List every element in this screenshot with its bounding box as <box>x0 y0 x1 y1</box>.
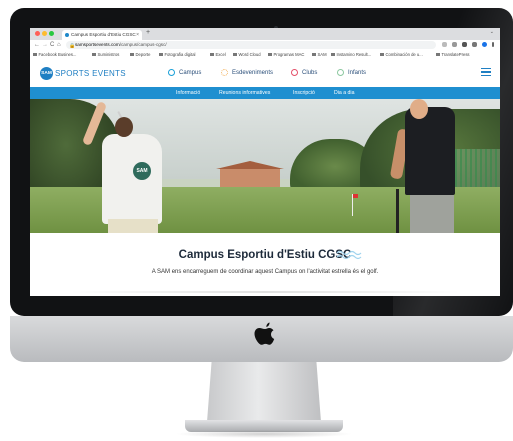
tab-active[interactable]: Campus Esportiu d'Estiu CGSC × <box>62 30 142 40</box>
page-title: Campus Esportiu d'Estiu CGSC <box>178 249 352 261</box>
favicon-icon <box>65 33 69 37</box>
page-description: A SAM ens encarreguem de coordinar aques… <box>151 269 379 275</box>
subnav-inscripcio[interactable]: Inscripció <box>293 87 315 99</box>
tab-title: Campus Esportiu d'Estiu CGSC <box>71 32 136 37</box>
folder-icon <box>312 53 316 57</box>
forward-button[interactable]: → <box>42 41 48 49</box>
bookmark-item[interactable]: TranslatePress <box>436 50 470 59</box>
campus-icon <box>168 69 175 76</box>
url-path: /campus/campus-cgsc/ <box>119 42 167 47</box>
maximize-window-button[interactable] <box>49 31 54 36</box>
bookmark-item[interactable]: Instamino Result... <box>331 50 371 59</box>
bookmark-icon <box>436 53 440 57</box>
bookmark-item[interactable]: Excel <box>210 50 226 59</box>
tab-close-icon[interactable]: × <box>136 30 139 40</box>
subnav-reunions[interactable]: Reunions informatives <box>219 87 270 99</box>
infants-icon <box>337 69 344 76</box>
profile-avatar[interactable] <box>482 42 487 47</box>
bookmark-item[interactable]: Combinación de u... <box>380 50 423 59</box>
bookmark-item[interactable]: Programas MAC <box>268 50 304 59</box>
nav-item-esdeveniments[interactable]: Esdeveniments <box>221 69 273 77</box>
subnav-dia-a-dia[interactable]: Dia a dia <box>334 87 354 99</box>
site-header: SAM SPORTS EVENTS Campus Esdeveniments C… <box>30 59 500 87</box>
tab-bar: Campus Esportiu d'Estiu CGSC × + ⌄ <box>30 28 500 40</box>
more-menu-icon[interactable] <box>492 42 494 47</box>
folder-icon <box>159 53 163 57</box>
events-icon <box>221 69 228 76</box>
url-domain: samsportsevents.com <box>75 42 120 47</box>
hamburger-menu-icon[interactable] <box>481 68 491 76</box>
logo-text[interactable]: SPORTS EVENTS <box>55 69 126 78</box>
browser-window: Campus Esportiu d'Estiu CGSC × + ⌄ ← → C… <box>30 28 500 296</box>
bookmark-item[interactable]: Deporte <box>130 50 150 59</box>
subnav-informacio[interactable]: Informació <box>176 87 200 99</box>
lock-icon: 🔒 <box>69 43 76 49</box>
divider <box>70 291 460 293</box>
bookmark-icon <box>331 53 335 57</box>
minimize-window-button[interactable] <box>42 31 47 36</box>
sub-navigation: Informació Reunions informatives Inscrip… <box>30 87 500 99</box>
nav-item-campus[interactable]: Campus <box>168 69 201 77</box>
nav-item-infants[interactable]: Infants <box>337 69 366 77</box>
child-golfer <box>102 134 162 224</box>
bookmark-item[interactable]: Fotografia digital <box>159 50 195 59</box>
url-input[interactable]: 🔒 samsportsevents.com/campus/campus-cgsc… <box>66 41 436 49</box>
extension-icon[interactable] <box>442 42 447 47</box>
reload-button[interactable]: C <box>50 41 54 49</box>
nav-item-clubs[interactable]: Clubs <box>291 69 317 77</box>
home-button[interactable]: ⌂ <box>57 41 61 49</box>
extension-icon[interactable] <box>462 42 467 47</box>
bookmark-item[interactable]: Word Cloud <box>233 50 261 59</box>
folder-icon <box>233 53 237 57</box>
monitor-stand <box>207 362 321 422</box>
apple-logo-icon <box>254 322 275 345</box>
hero-image: SAM <box>30 99 500 233</box>
folder-icon <box>210 53 214 57</box>
clubhouse <box>216 161 284 189</box>
close-window-button[interactable] <box>35 31 40 36</box>
back-button[interactable]: ← <box>34 41 40 49</box>
tab-search-icon[interactable]: ⌄ <box>490 29 494 35</box>
new-tab-button[interactable]: + <box>146 29 150 36</box>
folder-icon <box>92 53 96 57</box>
shirt-logo: SAM <box>133 162 151 180</box>
clubs-icon <box>291 69 298 76</box>
wave-icon <box>336 250 362 260</box>
folder-icon <box>130 53 134 57</box>
golf-flag <box>352 194 360 216</box>
bookmark-item[interactable]: Facebook Busines... <box>33 50 76 59</box>
puzzle-icon[interactable] <box>472 42 477 47</box>
bookmark-item[interactable]: Suministros <box>92 50 119 59</box>
golf-instructor <box>405 107 455 195</box>
page-content: Campus Esportiu d'Estiu CGSC A SAM ens e… <box>30 233 500 296</box>
bookmark-icon <box>380 53 384 57</box>
bookmark-item[interactable]: SAM <box>312 50 327 59</box>
bookmark-star-icon[interactable] <box>452 42 457 47</box>
folder-icon <box>268 53 272 57</box>
logo-badge[interactable]: SAM <box>40 67 53 80</box>
bookmark-icon <box>33 53 37 57</box>
